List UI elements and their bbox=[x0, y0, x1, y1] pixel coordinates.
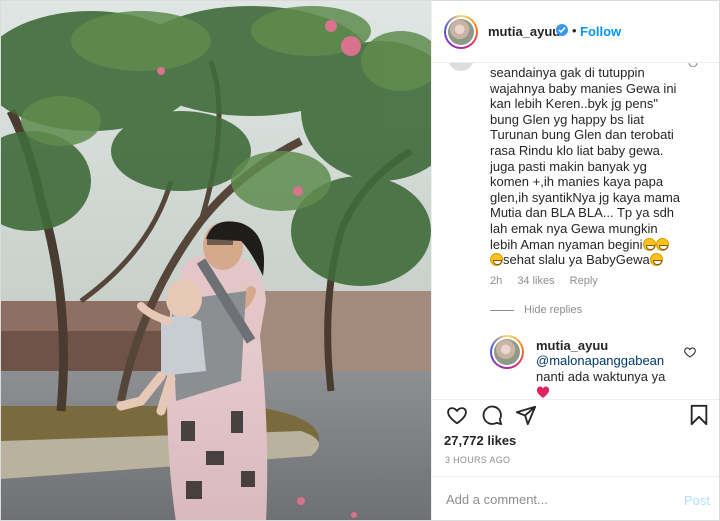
comment-line: lebih Aman nyaman begini bbox=[490, 236, 643, 252]
comment-line: kan lebih Keren..byk jg pens" bbox=[490, 96, 658, 112]
post-header: mutia_ayuu • Follow bbox=[432, 1, 719, 63]
comment-line: sehat slalu ya BabyGewa bbox=[503, 252, 650, 268]
post-likes-count[interactable]: 27,772 likes bbox=[444, 433, 516, 448]
hide-replies-button[interactable]: Hide replies bbox=[524, 304, 582, 316]
comment-line-with-emoji: lebih Aman nyaman begini bbox=[490, 237, 690, 253]
comment-line: bung Glen yg happy bs liat bbox=[490, 111, 644, 127]
comment-line: komen +,ih manies kaya papa bbox=[490, 174, 664, 190]
post-photo[interactable] bbox=[1, 1, 431, 520]
reply-like-heart-icon[interactable] bbox=[684, 345, 696, 363]
reply-text: nanti ada waktunya ya bbox=[536, 369, 666, 384]
add-comment-input[interactable] bbox=[446, 489, 666, 509]
comment-line: Turunan bung Glen dan terobati bbox=[490, 127, 674, 143]
comment-meta: 2h 34 likes Reply bbox=[490, 275, 610, 287]
bookmark-icon[interactable] bbox=[689, 404, 709, 431]
grinning-emoji-icon bbox=[490, 253, 503, 267]
red-heart-emoji-icon bbox=[536, 385, 550, 399]
share-icon[interactable] bbox=[515, 404, 537, 431]
author-avatar[interactable] bbox=[444, 15, 478, 49]
grinning-emoji-icon bbox=[642, 237, 656, 251]
reply-mention-link[interactable]: @malonapanggabean bbox=[536, 353, 664, 368]
post-comment-button[interactable]: Post bbox=[684, 493, 710, 508]
comment-likes[interactable]: 34 likes bbox=[517, 275, 554, 287]
post-actions: 27,772 likes 3 HOURS AGO Post bbox=[432, 399, 719, 520]
hide-replies-divider bbox=[490, 310, 514, 311]
comment-line-with-emoji: sehat slalu ya BabyGewa bbox=[490, 252, 690, 268]
post-side-panel: mutia_ayuu • Follow seandainya gak di tu… bbox=[431, 1, 719, 520]
smiling-emoji-icon bbox=[649, 253, 663, 267]
comment-line: seandainya gak di tutuppin bbox=[490, 65, 645, 80]
comment-line: juga pasti makin banyak yg bbox=[490, 158, 647, 174]
post-timestamp[interactable]: 3 HOURS AGO bbox=[445, 455, 510, 465]
comment-line: glen,ih syantikNya jg kaya mama bbox=[490, 189, 681, 205]
comment-time[interactable]: 2h bbox=[490, 275, 502, 287]
header-separator: • bbox=[572, 23, 577, 38]
comment-text: seandainya gak di tutuppin wajahnya baby… bbox=[490, 65, 690, 268]
grinning-emoji-icon bbox=[655, 237, 669, 251]
comments-list[interactable]: seandainya gak di tutuppin wajahnya baby… bbox=[432, 63, 719, 399]
comment-line: wajahnya baby manies Gewa ini bbox=[490, 80, 677, 96]
reply-author-avatar[interactable] bbox=[490, 335, 524, 369]
heart-icon[interactable] bbox=[446, 404, 468, 431]
comment-line: lah emak nya Gewa mungkin bbox=[490, 220, 658, 236]
comment-line: Mutia dan BLA BLA... Tp ya sdh bbox=[490, 205, 675, 221]
add-comment-row: Post bbox=[432, 476, 719, 520]
comment-line: rasa Rindu klo liat baby gewa. bbox=[490, 142, 664, 158]
reply-button[interactable]: Reply bbox=[570, 275, 598, 287]
author-username[interactable]: mutia_ayuu bbox=[488, 24, 560, 39]
photo-scene bbox=[1, 1, 431, 520]
verified-icon bbox=[556, 24, 568, 36]
follow-button[interactable]: Follow bbox=[580, 24, 621, 39]
comment-icon[interactable] bbox=[481, 404, 503, 431]
instagram-post-window: mutia_ayuu • Follow seandainya gak di tu… bbox=[0, 0, 720, 521]
commenter-avatar[interactable] bbox=[448, 63, 474, 71]
reply-username[interactable]: mutia_ayuu bbox=[536, 338, 608, 353]
